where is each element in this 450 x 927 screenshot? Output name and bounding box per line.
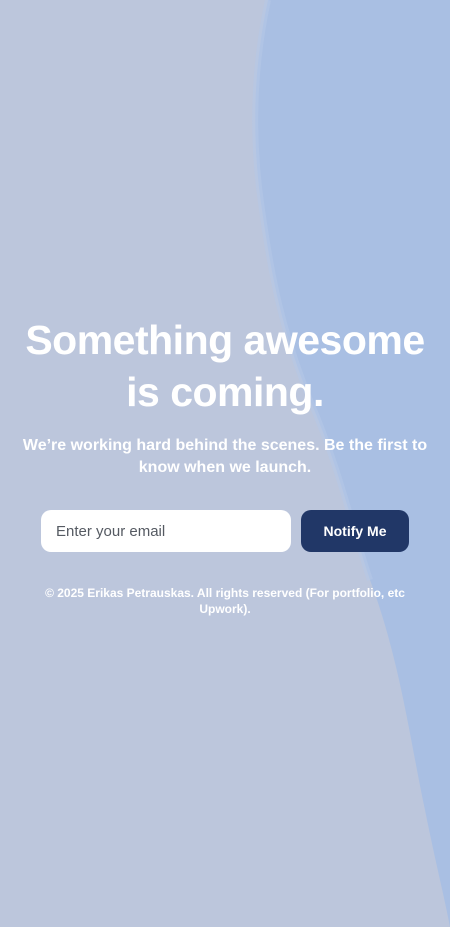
email-input[interactable] — [41, 510, 291, 552]
notify-me-button[interactable]: Notify Me — [301, 510, 409, 552]
main-content: Something awesome is coming. We’re worki… — [0, 0, 450, 927]
page-headline: Something awesome is coming. — [0, 314, 450, 418]
footer-copyright: © 2025 Erikas Petrauskas. All rights res… — [45, 586, 405, 616]
headline-line-2: is coming. — [126, 369, 324, 415]
hero-subtext: We’re working hard behind the scenes. Be… — [22, 437, 428, 476]
headline-line-1: Something awesome — [25, 317, 425, 363]
